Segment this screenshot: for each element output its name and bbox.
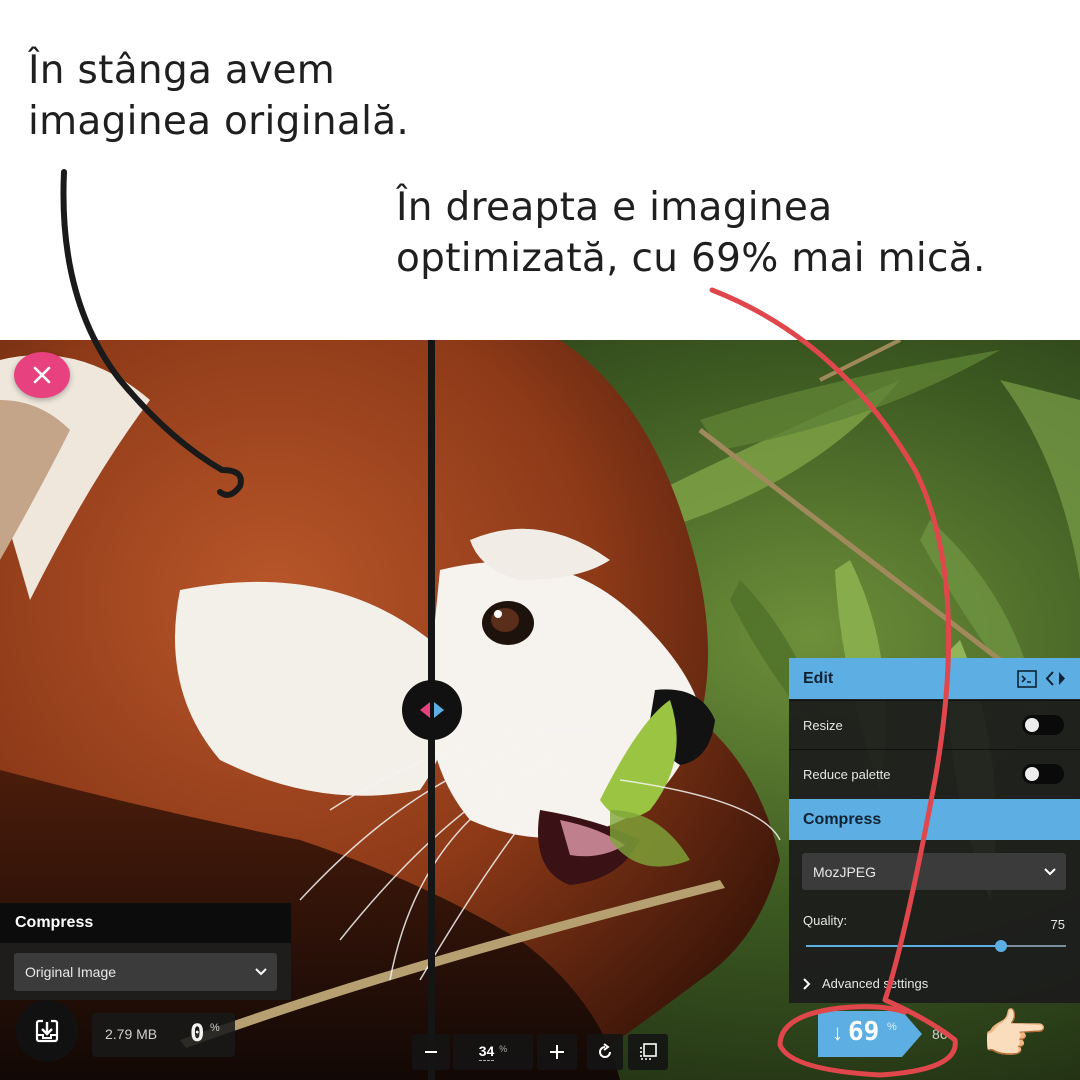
left-panel-title: Compress [0, 903, 291, 943]
result-percent-sign: % [887, 1021, 897, 1033]
result-file-size: 86 [932, 1026, 948, 1042]
reduce-palette-toggle-knob [1025, 767, 1039, 781]
terminal-icon[interactable] [1017, 670, 1037, 688]
close-button[interactable] [14, 352, 70, 398]
zoom-in-button[interactable] [537, 1034, 577, 1070]
compare-divider-handle[interactable] [402, 680, 462, 740]
codec-value: MozJPEG [813, 863, 877, 880]
left-method-select[interactable]: Original Image [14, 953, 277, 991]
resize-row: Resize [789, 700, 1080, 749]
quality-label: Quality: [803, 913, 848, 928]
quality-slider-fill [806, 945, 1001, 947]
left-compress-panel: Compress Original Image [0, 903, 291, 1000]
quality-slider-thumb[interactable] [995, 940, 1007, 952]
result-percent: 69 [848, 1017, 880, 1047]
zoom-level-value: 34 [478, 1043, 495, 1061]
rotate-button[interactable] [587, 1034, 623, 1070]
resize-toggle-knob [1025, 718, 1039, 732]
chevron-right-icon [803, 977, 811, 990]
plus-icon [550, 1045, 564, 1059]
caption-right: În dreapta e imaginea optimizată, cu 69%… [396, 182, 1056, 284]
swap-sides-icon[interactable] [1045, 670, 1067, 687]
edit-title: Edit [803, 670, 834, 687]
zoom-out-button[interactable] [412, 1034, 450, 1070]
download-icon [35, 1019, 59, 1043]
caption-left-line1: În stânga avem [28, 48, 336, 93]
chevron-down-icon [255, 968, 267, 976]
close-icon [33, 366, 51, 384]
original-file-size: 2.79 MB [105, 1026, 158, 1042]
resize-label: Resize [803, 717, 843, 733]
resize-toggle[interactable] [1022, 715, 1064, 735]
original-percent-sign: % [210, 1022, 220, 1034]
background-toggle-icon [640, 1043, 657, 1060]
right-edit-panel: Edit Resize Reduce palette Compress MozJ… [789, 658, 1080, 1003]
reduce-palette-label: Reduce palette [803, 766, 891, 782]
caption-right-line1: În dreapta e imaginea [396, 185, 833, 230]
edit-header: Edit [789, 658, 1080, 699]
reduce-palette-row: Reduce palette [789, 749, 1080, 798]
download-button[interactable] [16, 1000, 78, 1062]
compress-title: Compress [803, 811, 882, 828]
compare-handle-icon [420, 702, 444, 718]
rotate-icon [599, 1043, 611, 1058]
original-size-info: 2.79 MB 0 % [92, 1013, 235, 1057]
pointing-hand-emoji: 👉🏻 [981, 1003, 1049, 1066]
zoom-level-unit: % [499, 1044, 508, 1054]
advanced-settings-label: Advanced settings [822, 976, 929, 991]
quality-slider[interactable] [806, 940, 1066, 952]
background-toggle-button[interactable] [628, 1034, 668, 1070]
original-percent: 0 [190, 1019, 205, 1047]
caption-left: În stânga avem imaginea originală. [28, 45, 448, 147]
left-method-value: Original Image [25, 964, 117, 980]
caption-left-line2: imaginea originală. [28, 99, 410, 144]
advanced-settings-toggle[interactable]: Advanced settings [803, 976, 928, 991]
quality-value: 75 [1050, 917, 1065, 932]
minus-icon [425, 1051, 437, 1053]
codec-select[interactable]: MozJPEG [802, 853, 1066, 890]
reduce-palette-toggle[interactable] [1022, 764, 1064, 784]
chevron-down-icon [1044, 867, 1056, 875]
caption-right-line2: optimizată, cu 69% mai mică. [396, 236, 986, 281]
result-down-arrow: ↓ [832, 1020, 843, 1045]
zoom-level-field[interactable]: 34 % [453, 1034, 533, 1070]
compress-header: Compress [789, 799, 1080, 840]
